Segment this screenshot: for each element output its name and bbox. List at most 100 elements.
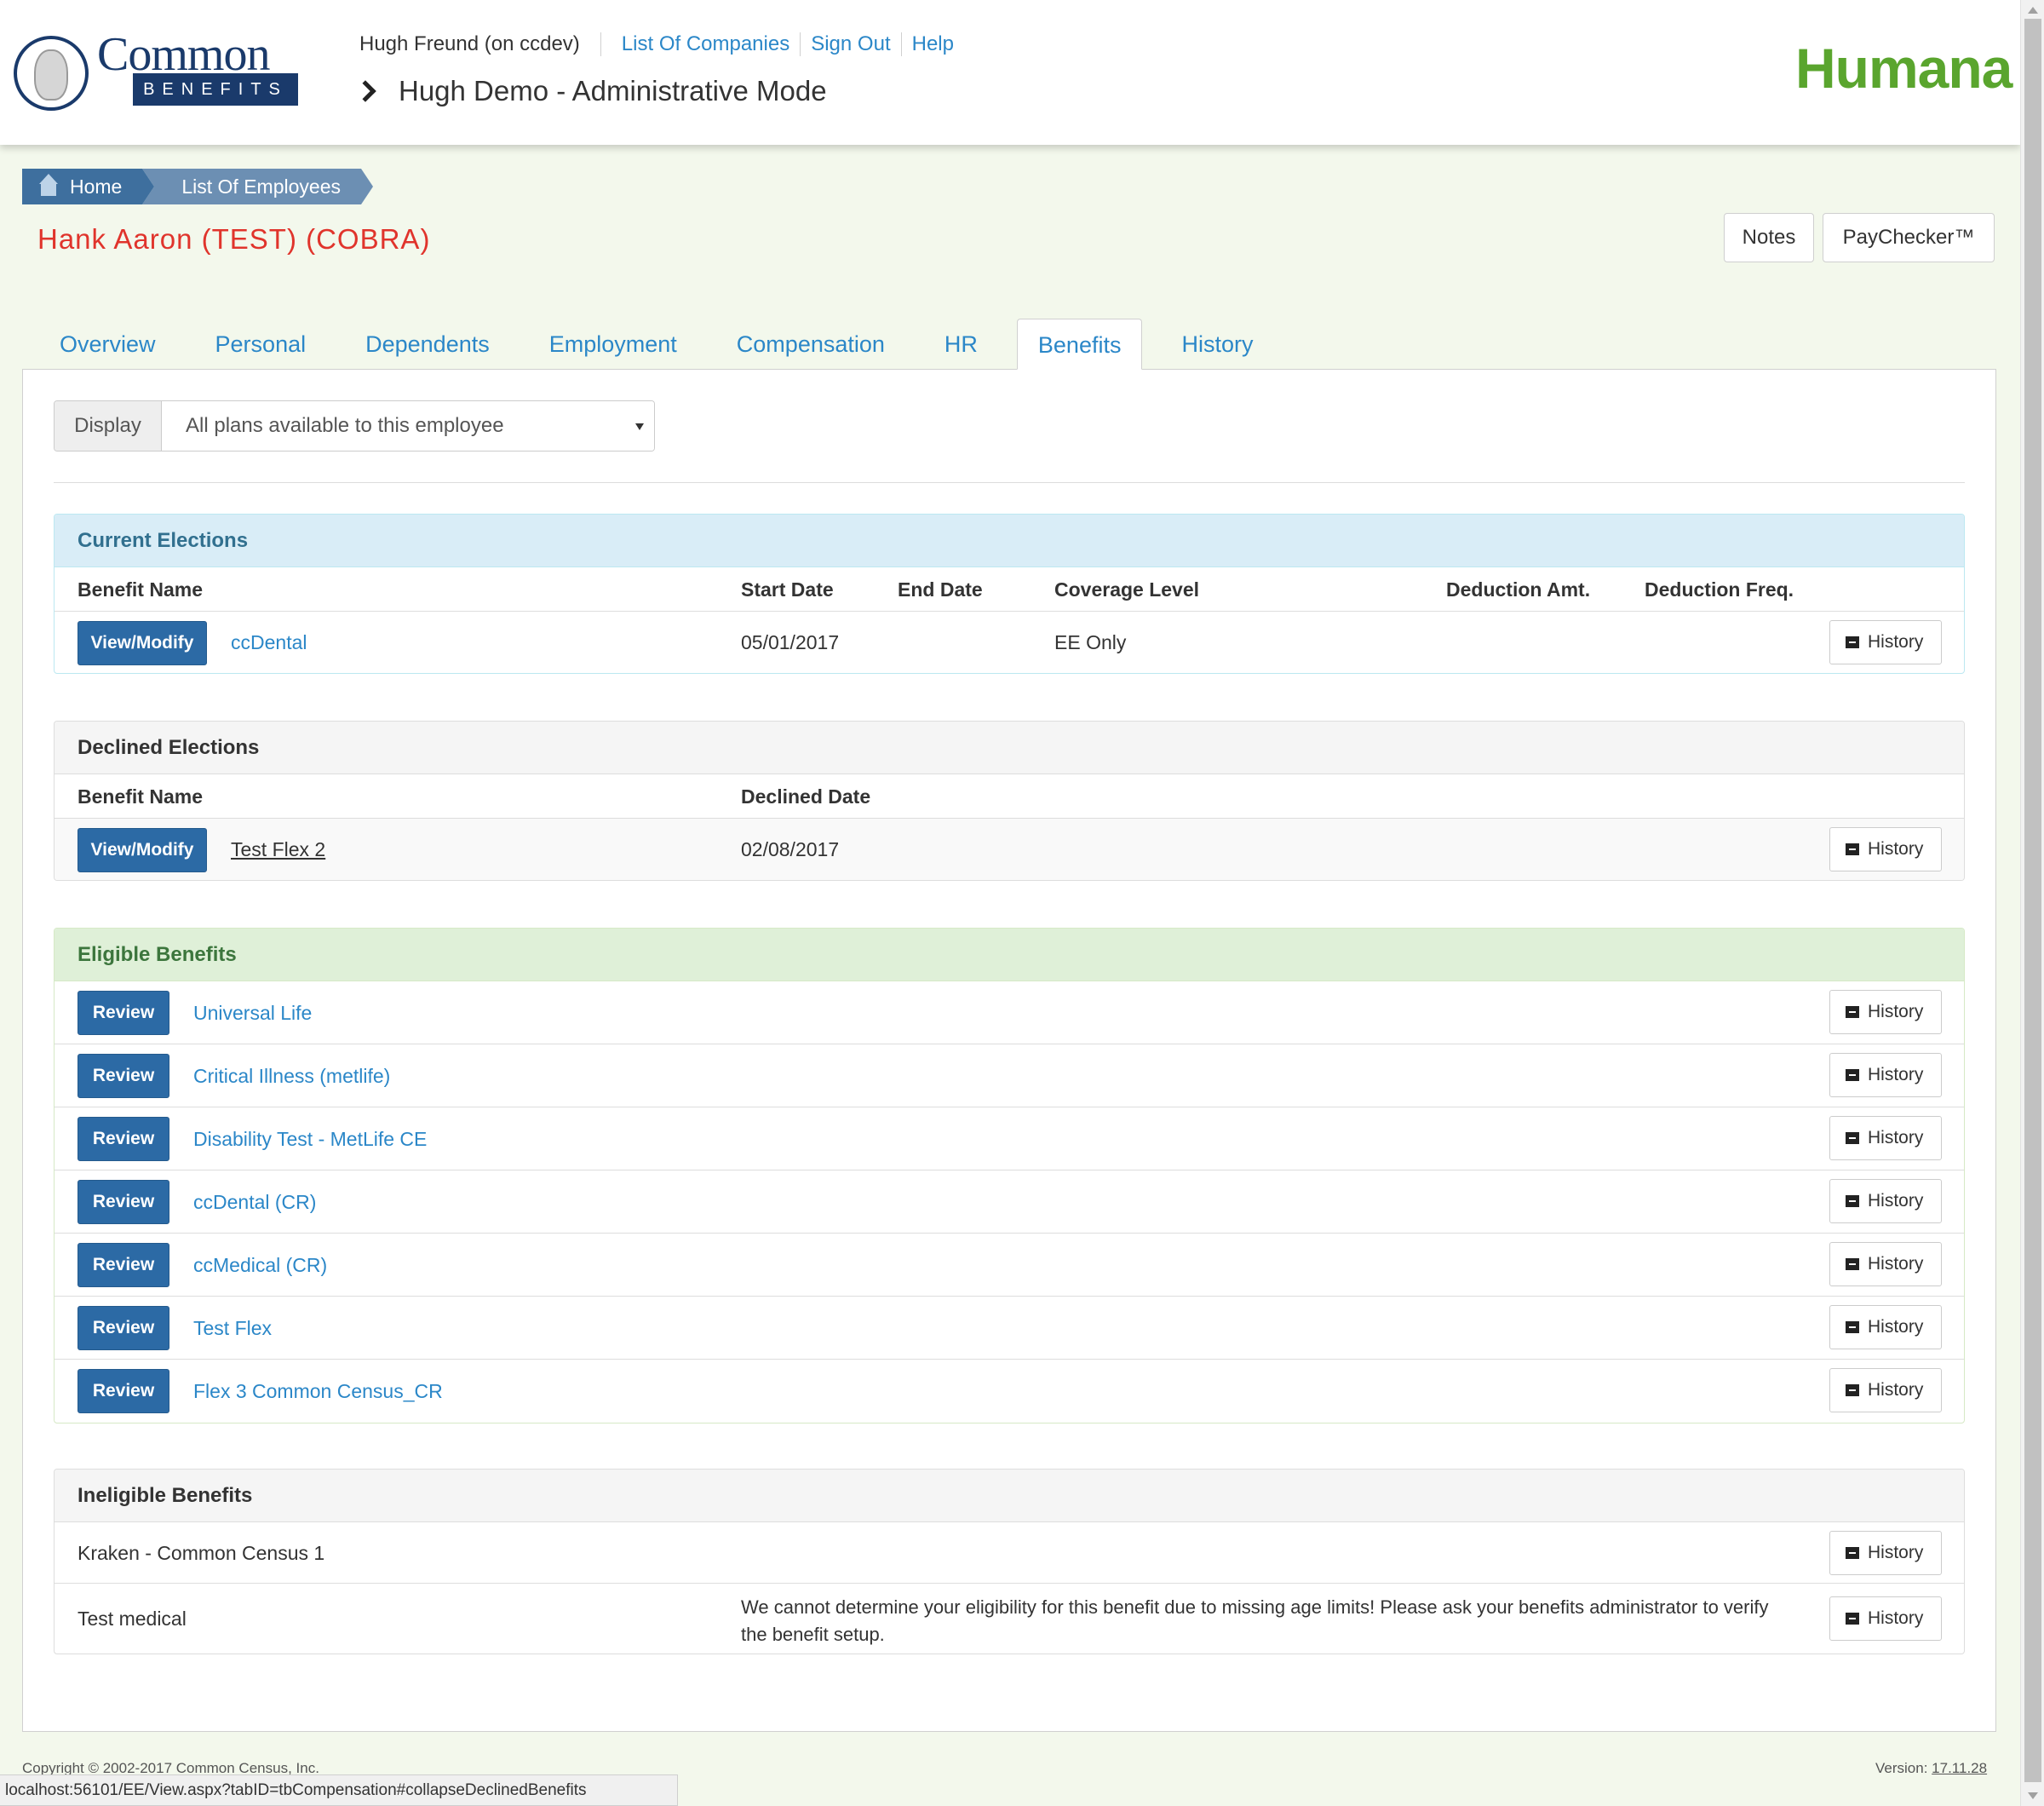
history-button-label: History — [1868, 839, 1924, 859]
tab-overview[interactable]: Overview — [39, 319, 176, 370]
ineligibility-message: We cannot determine your eligibility for… — [741, 1596, 1769, 1645]
current-elections-title: Current Elections — [55, 515, 1964, 567]
tab-hr[interactable]: HR — [924, 319, 998, 370]
column-header: Declined Date — [741, 785, 871, 808]
mode-label: Hugh Demo - Administrative Mode — [399, 75, 827, 106]
history-button[interactable]: History — [1829, 620, 1942, 664]
eligible-benefits-list: Review Universal Life History Review Critica… — [55, 981, 1964, 1423]
table-row: Review Flex 3 Common Census_CR History — [55, 1360, 1964, 1423]
current-elections-section: Current Elections Benefit Name Start Dat… — [54, 514, 1965, 674]
history-button[interactable]: History — [1829, 990, 1942, 1034]
benefit-link[interactable]: Critical Illness (metlife) — [193, 1044, 390, 1107]
benefit-link[interactable]: Disability Test - MetLife CE — [193, 1107, 427, 1170]
benefit-link[interactable]: Flex 3 Common Census_CR — [193, 1360, 443, 1423]
column-header: Deduction Freq. — [1645, 578, 1794, 601]
table-row: Review Disability Test - MetLife CE Histor… — [55, 1107, 1964, 1170]
sign-out-link[interactable]: Sign Out — [801, 32, 902, 56]
history-button[interactable]: History — [1829, 827, 1942, 871]
current-elections-header-row: Benefit Name Start Date End Date Coverag… — [55, 567, 1964, 612]
paychecker-button[interactable]: PayChecker™ — [1823, 213, 1995, 262]
archive-icon — [1846, 636, 1859, 648]
help-link[interactable]: Help — [902, 32, 964, 56]
archive-icon — [1846, 1132, 1859, 1144]
column-header: Coverage Level — [1054, 578, 1200, 601]
employee-tabs: Overview Personal Dependents Employment … — [39, 319, 1292, 370]
breadcrumb: Home List Of Employees — [22, 169, 373, 204]
scroll-thumb[interactable] — [2024, 19, 2041, 1782]
history-button-label: History — [1868, 1380, 1924, 1400]
review-button[interactable]: Review — [78, 1369, 169, 1413]
table-row: Review Universal Life History — [55, 981, 1964, 1044]
company-mode[interactable]: Hugh Demo - Administrative Mode — [354, 75, 827, 107]
version-label: Version: — [1875, 1760, 1928, 1776]
top-header: Common BENEFITS Hugh Freund (on ccdev) L… — [0, 0, 2020, 145]
employee-name: Hank Aaron (TEST) (COBRA) — [37, 223, 431, 255]
breadcrumb-employees-label: List Of Employees — [181, 175, 341, 198]
benefit-link[interactable]: ccMedical (CR) — [193, 1234, 327, 1297]
version-number[interactable]: 17.11.28 — [1932, 1760, 1987, 1776]
archive-icon — [1846, 1195, 1859, 1207]
user-nav: Hugh Freund (on ccdev) List Of Companies… — [359, 32, 964, 56]
tab-dependents[interactable]: Dependents — [345, 319, 510, 370]
benefit-link[interactable]: Universal Life — [193, 981, 312, 1044]
table-row: Review Critical Illness (metlife) History — [55, 1044, 1964, 1107]
breadcrumb-home-label: Home — [70, 175, 123, 198]
tab-personal[interactable]: Personal — [195, 319, 327, 370]
history-button[interactable]: History — [1829, 1368, 1942, 1412]
ineligible-benefit-name: Kraken - Common Census 1 — [78, 1542, 325, 1564]
archive-icon — [1846, 1321, 1859, 1333]
declined-elections-section: Declined Elections Benefit Name Declined… — [54, 721, 1965, 881]
tab-compensation[interactable]: Compensation — [716, 319, 905, 370]
breadcrumb-list-of-employees[interactable]: List Of Employees — [142, 169, 373, 204]
tab-employment[interactable]: Employment — [529, 319, 698, 370]
display-select-value: All plans available to this employee — [186, 414, 504, 437]
benefit-link[interactable]: Test Flex 2 — [231, 819, 325, 880]
notes-button[interactable]: Notes — [1724, 213, 1814, 262]
history-button[interactable]: History — [1829, 1531, 1942, 1575]
view-modify-button[interactable]: View/Modify — [78, 828, 207, 872]
history-button[interactable]: History — [1829, 1116, 1942, 1160]
benefit-link[interactable]: Test Flex — [193, 1297, 272, 1360]
column-header: End Date — [898, 578, 983, 601]
history-button-label: History — [1868, 1543, 1924, 1562]
review-button[interactable]: Review — [78, 1306, 169, 1350]
history-button[interactable]: History — [1829, 1179, 1942, 1223]
ineligible-benefits-title: Ineligible Benefits — [55, 1470, 1964, 1522]
column-header: Benefit Name — [78, 578, 203, 601]
review-button[interactable]: Review — [78, 1054, 169, 1098]
history-button-label: History — [1868, 1191, 1924, 1211]
vertical-scrollbar[interactable] — [2020, 0, 2044, 1806]
scroll-up-arrow-icon[interactable] — [2028, 7, 2038, 14]
history-button[interactable]: History — [1829, 1242, 1942, 1286]
common-benefits-logo[interactable]: Common BENEFITS — [14, 28, 298, 114]
benefit-link[interactable]: ccDental — [231, 612, 307, 673]
declined-date: 02/08/2017 — [741, 838, 840, 860]
display-label: Display — [55, 401, 162, 451]
archive-icon — [1846, 1613, 1859, 1625]
review-button[interactable]: Review — [78, 991, 169, 1035]
history-button[interactable]: History — [1829, 1596, 1942, 1641]
eligible-benefits-title: Eligible Benefits — [55, 929, 1964, 981]
review-button[interactable]: Review — [78, 1180, 169, 1224]
review-button[interactable]: Review — [78, 1243, 169, 1287]
table-row: Kraken - Common Census 1 History — [55, 1522, 1964, 1584]
benefits-panel: Display All plans available to this empl… — [22, 369, 1996, 1732]
logo-subtitle: BENEFITS — [133, 73, 298, 106]
benefit-link[interactable]: ccDental (CR) — [193, 1170, 316, 1234]
dropdown-caret-icon — [635, 423, 644, 430]
start-date: 05/01/2017 — [741, 631, 840, 653]
view-modify-button[interactable]: View/Modify — [78, 621, 207, 665]
display-select[interactable]: All plans available to this employee — [162, 401, 654, 451]
coverage-level: EE Only — [1054, 631, 1127, 653]
tab-history[interactable]: History — [1161, 319, 1273, 370]
review-button[interactable]: Review — [78, 1117, 169, 1161]
tab-benefits[interactable]: Benefits — [1016, 319, 1143, 370]
column-header: Start Date — [741, 578, 834, 601]
history-button[interactable]: History — [1829, 1053, 1942, 1097]
list-of-companies-link[interactable]: List Of Companies — [611, 32, 801, 56]
breadcrumb-home[interactable]: Home — [22, 169, 155, 204]
scroll-down-arrow-icon[interactable] — [2028, 1792, 2038, 1799]
table-row: Test medical We cannot determine your el… — [55, 1584, 1964, 1654]
table-row: View/Modify ccDental 05/01/2017 EE Only … — [55, 612, 1964, 673]
history-button[interactable]: History — [1829, 1305, 1942, 1349]
